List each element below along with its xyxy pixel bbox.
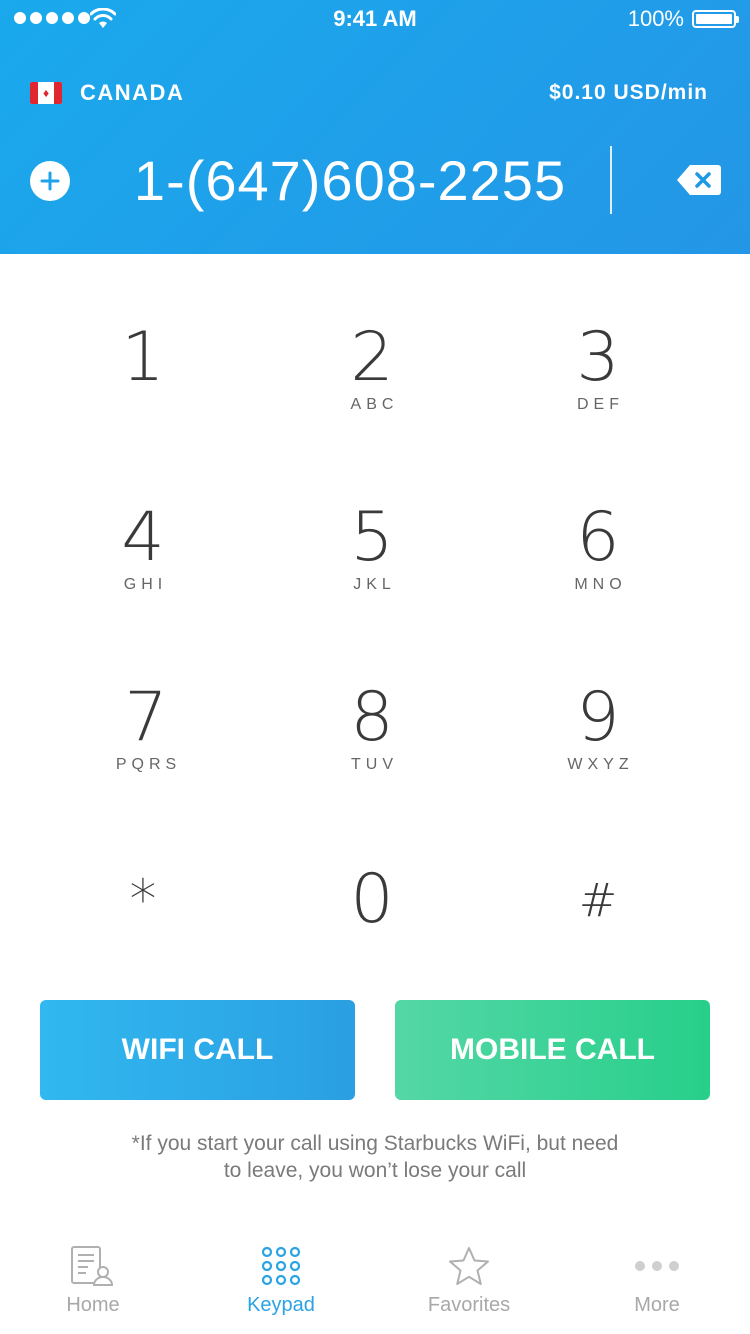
battery-percentage: 100% (627, 6, 684, 31)
keypad-icon (261, 1246, 301, 1286)
key-letters: GHI (123, 576, 168, 593)
tab-label: Home (66, 1294, 120, 1316)
text-cursor (610, 146, 612, 214)
key-digit: 2 (350, 318, 394, 397)
more-dots-icon (635, 1261, 679, 1271)
tab-label: More (634, 1294, 680, 1316)
note-line: *If you start your call using Starbucks … (131, 1132, 619, 1155)
country-selector[interactable]: ♦ CANADA (30, 80, 184, 106)
key-letters: WXYZ (567, 756, 634, 773)
key-1[interactable]: 1 (43, 322, 243, 396)
country-name: CANADA (80, 80, 185, 105)
plus-icon (40, 171, 60, 191)
key-0[interactable]: 0 (272, 864, 472, 936)
key-8[interactable]: 8 TUV (272, 682, 472, 774)
note-line: to leave, you won’t lose your call (223, 1159, 527, 1182)
status-bar: 9:41 AM 100% (0, 0, 750, 40)
add-contact-button[interactable] (30, 161, 70, 201)
key-5[interactable]: 5 JKL (272, 502, 472, 594)
key-3[interactable]: 3 DEF (498, 322, 698, 414)
key-letters: DEF (577, 396, 624, 413)
tab-more[interactable]: More (582, 1244, 732, 1317)
key-digit: 7 (124, 678, 168, 757)
wifi-call-button[interactable]: WIFI CALL (40, 1000, 355, 1100)
tab-label: Keypad (247, 1294, 315, 1316)
canada-flag-icon: ♦ (30, 82, 62, 104)
star-icon (449, 1247, 489, 1285)
key-letters: MNO (574, 576, 627, 593)
key-letters: JKL (353, 576, 396, 593)
key-letters: ABC (350, 396, 399, 413)
key-2[interactable]: 2 ABC (272, 322, 472, 414)
tab-home[interactable]: Home (18, 1244, 168, 1317)
key-9[interactable]: 9 WXYZ (498, 682, 698, 774)
contacts-icon (71, 1246, 114, 1286)
key-hash[interactable]: # (498, 864, 698, 936)
key-letters: TUV (351, 756, 398, 773)
key-6[interactable]: 6 MNO (498, 502, 698, 594)
key-digit: 3 (576, 318, 620, 397)
key-digit: 6 (576, 498, 620, 577)
key-digit: 5 (350, 498, 394, 577)
tab-favorites[interactable]: Favorites (394, 1244, 544, 1317)
key-4[interactable]: 4 GHI (43, 502, 243, 594)
key-star[interactable]: * (43, 864, 243, 936)
phone-number-display[interactable]: 1-(647)608-2255 (90, 148, 610, 213)
key-digit: 9 (576, 678, 620, 757)
key-digit: 0 (350, 860, 394, 939)
call-rate: $0.10 USD/min (549, 81, 708, 104)
key-7[interactable]: 7 PQRS (46, 682, 246, 774)
key-digit: * (129, 868, 157, 931)
wifi-call-note: *If you start your call using Starbucks … (100, 1130, 650, 1184)
key-digit: 1 (121, 318, 165, 397)
key-digit: 4 (121, 498, 165, 577)
backspace-icon[interactable] (676, 164, 722, 196)
header: 9:41 AM 100% ♦ CANADA $0.10 USD/min 1-(6… (0, 0, 750, 254)
key-digit: # (578, 873, 618, 927)
tab-label: Favorites (427, 1294, 511, 1316)
tab-keypad[interactable]: Keypad (206, 1244, 356, 1317)
key-digit: 8 (350, 678, 394, 757)
key-letters: PQRS (115, 756, 182, 773)
mobile-call-button[interactable]: MOBILE CALL (395, 1000, 710, 1100)
battery-icon (692, 10, 739, 28)
